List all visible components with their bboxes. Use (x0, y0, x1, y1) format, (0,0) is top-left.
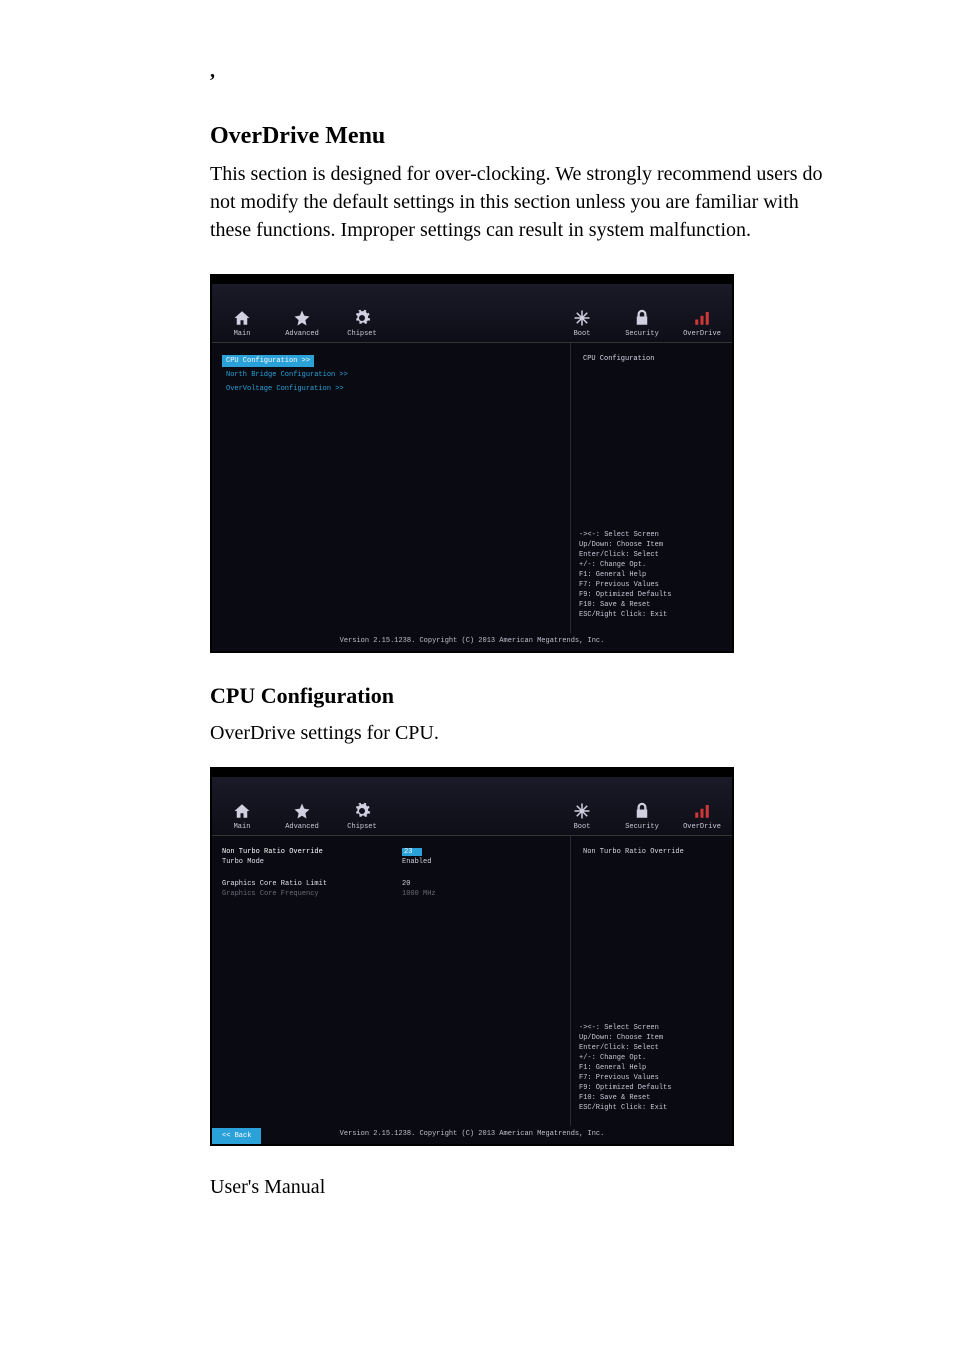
tab-advanced-label: Advanced (272, 330, 332, 338)
help-line: Enter/Click: Select (579, 1044, 724, 1052)
bios-copyright: Version 2.15.1238. Copyright (C) 2013 Am… (212, 633, 732, 651)
star-icon (293, 802, 311, 820)
back-button[interactable]: << Back (212, 1128, 261, 1144)
setting-turbo-mode[interactable]: Turbo Mode Enabled (222, 858, 560, 866)
setting-gfx-ratio-limit[interactable]: Graphics Core Ratio Limit 20 (222, 880, 560, 888)
lock-icon (633, 802, 651, 820)
tab-chipset-label: Chipset (332, 823, 392, 831)
help-line: F7: Previous Values (579, 1074, 724, 1082)
snowflake-icon (573, 309, 591, 327)
setting-label: Graphics Core Frequency (222, 890, 402, 898)
tab-advanced[interactable]: Advanced (272, 305, 332, 342)
tab-boot[interactable]: Boot (552, 305, 612, 342)
tab-security[interactable]: Security (612, 798, 672, 835)
snowflake-icon (573, 802, 591, 820)
help-line: F10: Save & Reset (579, 1094, 724, 1102)
bios-copyright: Version 2.15.1238. Copyright (C) 2013 Am… (340, 1130, 605, 1138)
setting-value: 20 (402, 880, 560, 888)
help-line: F1: General Help (579, 1064, 724, 1072)
tab-boot[interactable]: Boot (552, 798, 612, 835)
tab-chipset-label: Chipset (332, 330, 392, 338)
setting-gfx-core-freq: Graphics Core Frequency 1000 MHz (222, 890, 560, 898)
home-icon (233, 309, 251, 327)
tab-main[interactable]: Main (212, 798, 272, 835)
tab-boot-label: Boot (552, 823, 612, 831)
lock-icon (633, 309, 651, 327)
bios-menu-list: CPU Configuration >> North Bridge Config… (212, 343, 570, 633)
tab-overdrive-label: OverDrive (672, 823, 732, 831)
tab-advanced[interactable]: Advanced (272, 798, 332, 835)
subsection-title-cpu: CPU Configuration (210, 683, 844, 709)
tab-advanced-label: Advanced (272, 823, 332, 831)
section-title-overdrive: OverDrive Menu (210, 123, 844, 150)
help-line: Up/Down: Choose Item (579, 541, 724, 549)
setting-value: 1000 MHz (402, 890, 560, 898)
setting-label: Turbo Mode (222, 858, 402, 866)
tab-main-label: Main (212, 330, 272, 338)
help-line: +/-: Change Opt. (579, 561, 724, 569)
gear-icon (353, 309, 371, 327)
help-line: +/-: Change Opt. (579, 1054, 724, 1062)
help-line: ESC/Right Click: Exit (579, 1104, 724, 1112)
help-line: F9: Optimized Defaults (579, 591, 724, 599)
tab-boot-label: Boot (552, 330, 612, 338)
setting-value[interactable]: 23 (402, 848, 422, 856)
menu-item-cpu-config[interactable]: CPU Configuration >> (222, 355, 314, 367)
tab-spacer (392, 827, 552, 835)
stray-comma: , (210, 60, 844, 83)
gear-icon (353, 802, 371, 820)
help-line: ESC/Right Click: Exit (579, 611, 724, 619)
bios-tab-bar: Main Advanced Chipset Boot Security Ov (212, 284, 732, 343)
tab-overdrive-label: OverDrive (672, 330, 732, 338)
home-icon (233, 802, 251, 820)
bios-tab-bar: Main Advanced Chipset Boot Security Ov (212, 777, 732, 836)
help-line: -><-: Select Screen (579, 531, 724, 539)
bars-icon (693, 802, 711, 820)
section-body-overdrive: This section is designed for over-clocki… (210, 160, 844, 244)
help-line: F10: Save & Reset (579, 601, 724, 609)
tab-main-label: Main (212, 823, 272, 831)
help-line: Up/Down: Choose Item (579, 1034, 724, 1042)
bios-screenshot-overdrive-menu: Main Advanced Chipset Boot Security Ov (210, 274, 734, 653)
tab-security[interactable]: Security (612, 305, 672, 342)
page-footer: User's Manual (210, 1176, 844, 1199)
menu-item-overvoltage-config[interactable]: OverVoltage Configuration >> (222, 383, 560, 395)
tab-main[interactable]: Main (212, 305, 272, 342)
menu-item-northbridge-config[interactable]: North Bridge Configuration >> (222, 369, 560, 381)
help-line: Enter/Click: Select (579, 551, 724, 559)
help-heading: CPU Configuration (579, 355, 724, 363)
help-line: F7: Previous Values (579, 581, 724, 589)
setting-label: Graphics Core Ratio Limit (222, 880, 402, 888)
bios-screenshot-cpu-config: Main Advanced Chipset Boot Security Ov (210, 767, 734, 1146)
help-line: -><-: Select Screen (579, 1024, 724, 1032)
help-heading: Non Turbo Ratio Override (579, 848, 724, 856)
tab-chipset[interactable]: Chipset (332, 305, 392, 342)
help-line: F9: Optimized Defaults (579, 1084, 724, 1092)
help-line: F1: General Help (579, 571, 724, 579)
subsection-body-cpu: OverDrive settings for CPU. (210, 719, 844, 747)
tab-overdrive[interactable]: OverDrive (672, 798, 732, 835)
key-help: -><-: Select Screen Up/Down: Choose Item… (579, 1024, 724, 1114)
tab-security-label: Security (612, 330, 672, 338)
tab-overdrive[interactable]: OverDrive (672, 305, 732, 342)
bios-settings-list: Non Turbo Ratio Override 23 Turbo Mode E… (212, 836, 570, 1126)
setting-value: Enabled (402, 858, 560, 866)
star-icon (293, 309, 311, 327)
bars-icon (693, 309, 711, 327)
tab-spacer (392, 334, 552, 342)
setting-label: Non Turbo Ratio Override (222, 848, 402, 856)
setting-non-turbo-ratio[interactable]: Non Turbo Ratio Override 23 (222, 848, 560, 856)
tab-security-label: Security (612, 823, 672, 831)
tab-chipset[interactable]: Chipset (332, 798, 392, 835)
key-help: -><-: Select Screen Up/Down: Choose Item… (579, 531, 724, 621)
